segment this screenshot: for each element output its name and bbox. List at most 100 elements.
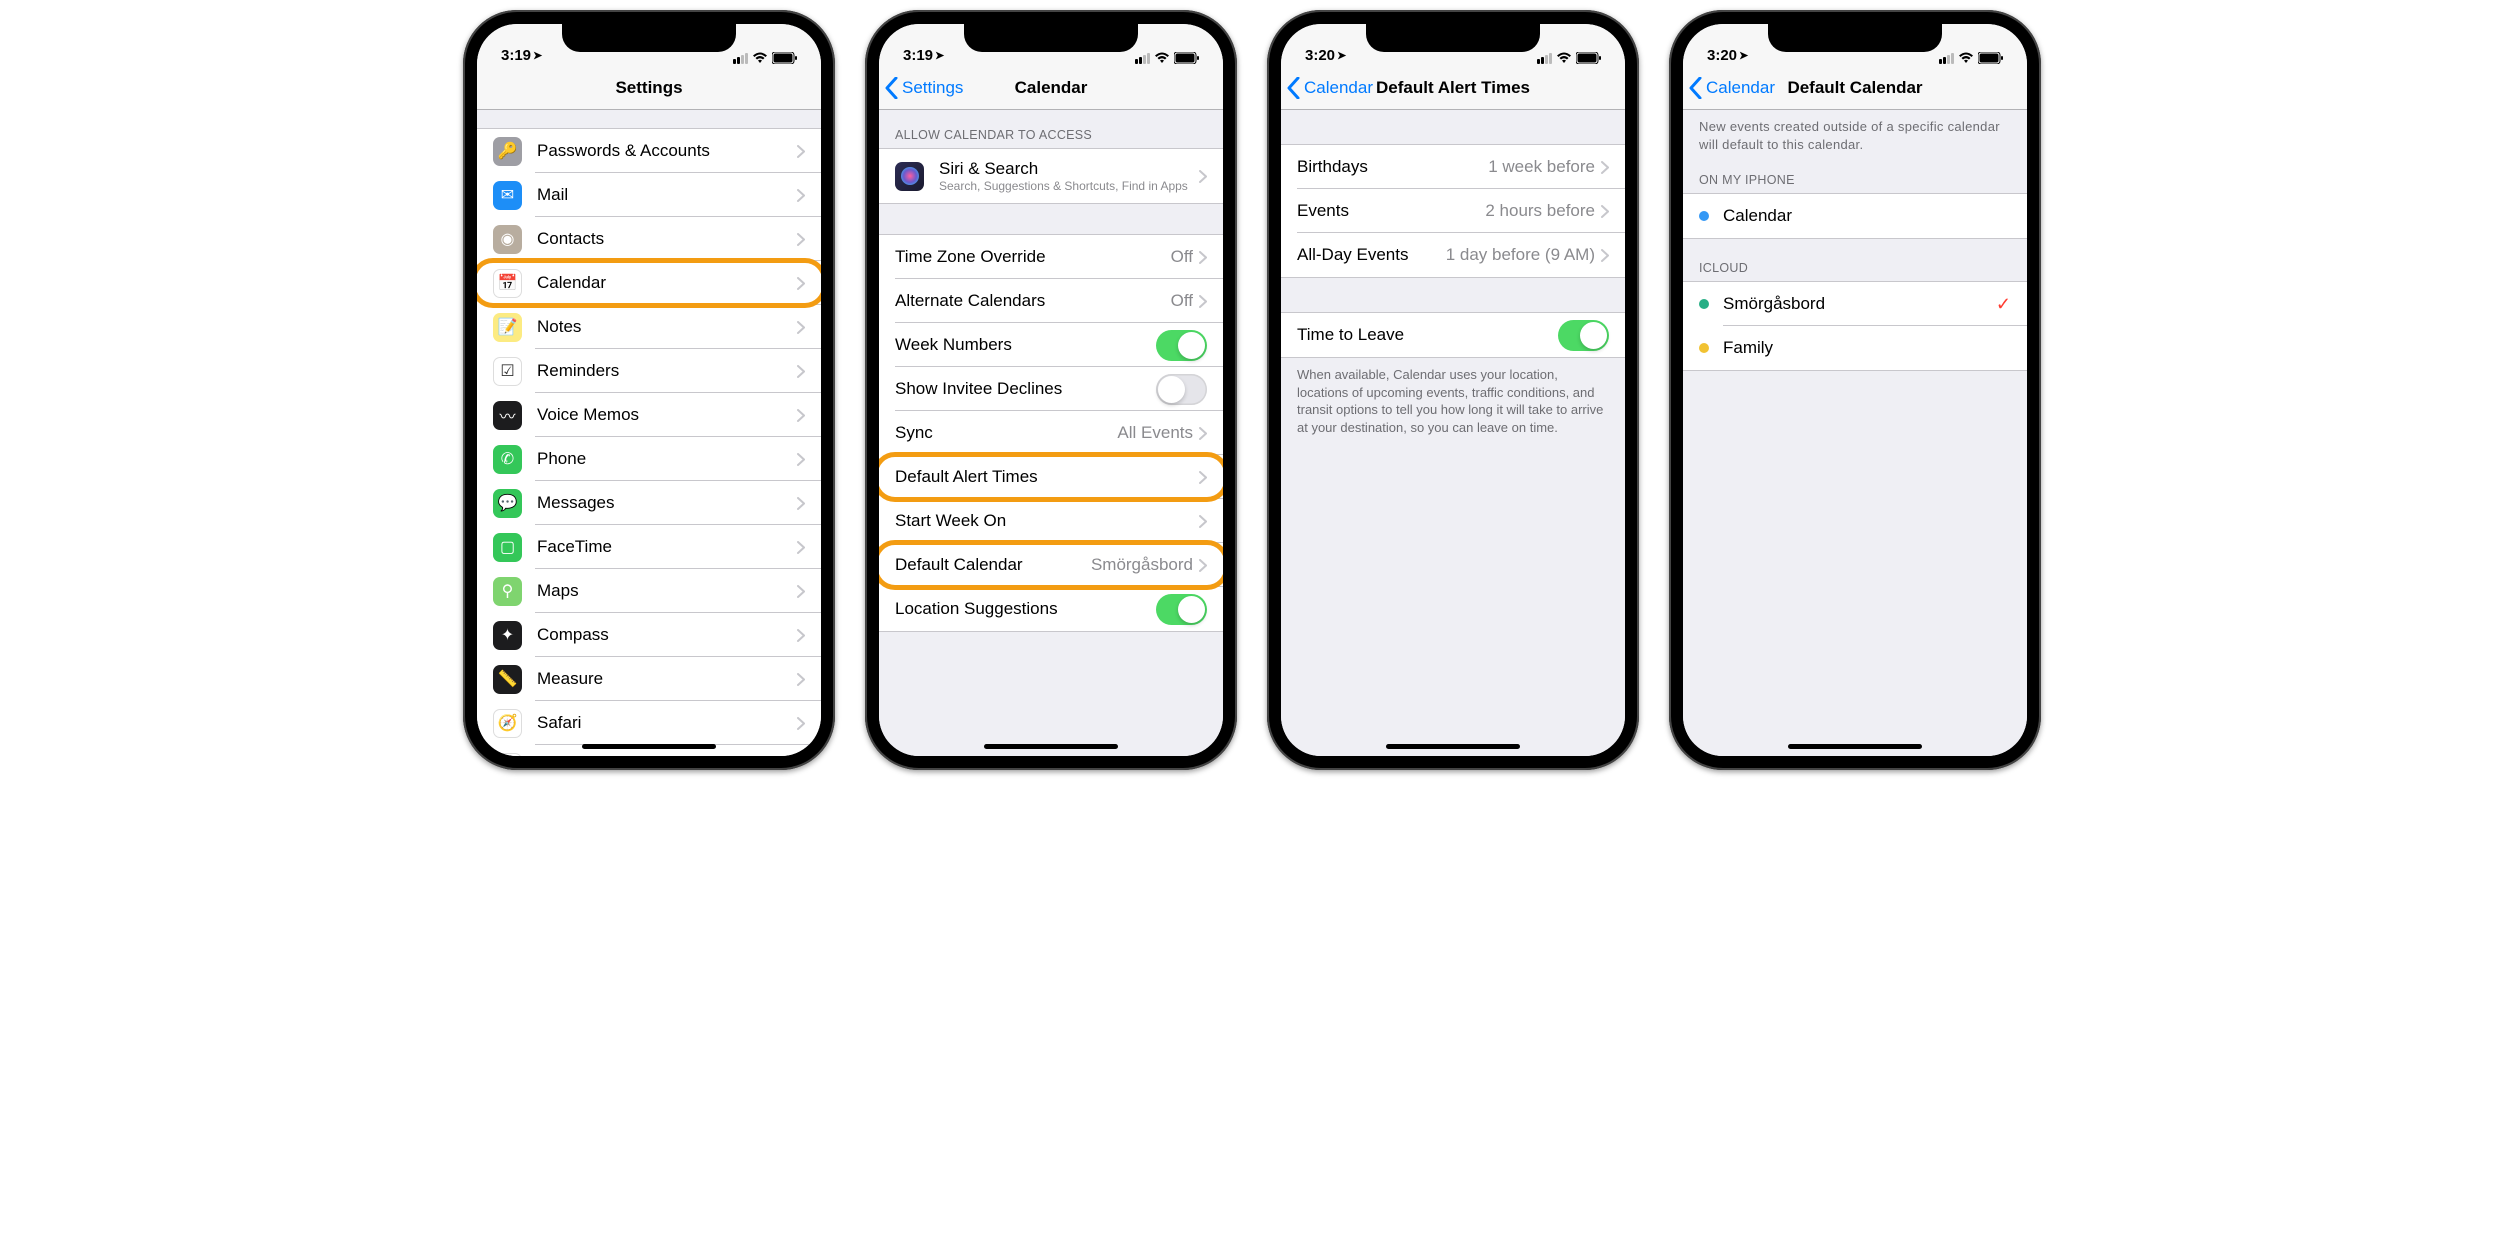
siri-label: Siri & Search: [939, 159, 1038, 178]
app-icon: ✦: [493, 621, 522, 650]
signal-icon: [1537, 53, 1552, 64]
toggle[interactable]: [1156, 374, 1207, 405]
back-label: Calendar: [1304, 78, 1373, 98]
row-label: Default Alert Times: [895, 467, 1199, 487]
back-button[interactable]: Calendar: [1689, 77, 1775, 99]
calendar-settings-list[interactable]: ALLOW CALENDAR TO ACCESS Siri & Search S…: [879, 110, 1223, 756]
calendar-row-week-numbers[interactable]: Week Numbers: [879, 323, 1223, 367]
calendar-row-alternate-calendars[interactable]: Alternate CalendarsOff: [879, 279, 1223, 323]
section-header: ICLOUD: [1683, 239, 2027, 281]
alert-row-all-day-events[interactable]: All-Day Events1 day before (9 AM): [1281, 233, 1625, 277]
row-label: Safari: [537, 713, 797, 733]
status-time: 3:20: [1707, 47, 1737, 64]
signal-icon: [1135, 53, 1150, 64]
app-icon: ◉: [493, 225, 522, 254]
row-label: Maps: [537, 581, 797, 601]
chevron-right-icon: [797, 717, 805, 730]
row-label: Events: [1297, 201, 1485, 221]
phone-frame-1: 3:19➤ Settings 🔑Passwords & Accounts✉︎Ma…: [463, 10, 835, 770]
calendar-option-calendar[interactable]: Calendar: [1683, 194, 2027, 238]
calendar-option-family[interactable]: Family: [1683, 326, 2027, 370]
calendar-row-show-invitee-declines[interactable]: Show Invitee Declines: [879, 367, 1223, 411]
chevron-right-icon: [1199, 515, 1207, 528]
back-button[interactable]: Calendar: [1287, 77, 1373, 99]
settings-row-calendar[interactable]: 📅Calendar: [477, 261, 821, 305]
settings-row-measure[interactable]: 📏Measure: [477, 657, 821, 701]
battery-icon: [1576, 52, 1601, 64]
time-to-leave-row[interactable]: Time to Leave: [1281, 313, 1625, 357]
wifi-icon: [1556, 52, 1572, 64]
calendar-row-default-alert-times[interactable]: Default Alert Times: [879, 455, 1223, 499]
nav-title: Default Alert Times: [1376, 78, 1530, 98]
siri-sub: Search, Suggestions & Shortcuts, Find in…: [939, 179, 1199, 193]
status-time: 3:20: [1305, 47, 1335, 64]
calendar-row-default-calendar[interactable]: Default CalendarSmörgåsbord: [879, 543, 1223, 587]
wifi-icon: [752, 52, 768, 64]
chevron-right-icon: [1601, 249, 1609, 262]
signal-icon: [1939, 53, 1954, 64]
row-value: Off: [1171, 291, 1193, 311]
row-value: All Events: [1117, 423, 1193, 443]
calendar-option-sm-rg-sbord[interactable]: Smörgåsbord✓: [1683, 282, 2027, 326]
settings-row-compass[interactable]: ✦ Compass: [477, 613, 821, 657]
app-icon: 📏: [493, 665, 522, 694]
home-indicator[interactable]: [1386, 744, 1520, 749]
row-label: Passwords & Accounts: [537, 141, 797, 161]
app-icon: ⚲: [493, 577, 522, 606]
row-label: Phone: [537, 449, 797, 469]
chevron-right-icon: [797, 233, 805, 246]
calendar-row-time-zone-override[interactable]: Time Zone OverrideOff: [879, 235, 1223, 279]
back-label: Calendar: [1706, 78, 1775, 98]
settings-row-maps[interactable]: ⚲ Maps: [477, 569, 821, 613]
alert-times-list[interactable]: Birthdays1 week beforeEvents2 hours befo…: [1281, 110, 1625, 756]
footer-text: When available, Calendar uses your locat…: [1281, 358, 1625, 444]
row-label: Sync: [895, 423, 1117, 443]
time-to-leave-toggle[interactable]: [1558, 320, 1609, 351]
row-label: Compass: [537, 625, 797, 645]
signal-icon: [733, 53, 748, 64]
settings-row-mail[interactable]: ✉︎Mail: [477, 173, 821, 217]
toggle[interactable]: [1156, 594, 1207, 625]
calendar-row-sync[interactable]: SyncAll Events: [879, 411, 1223, 455]
settings-row-phone[interactable]: ✆Phone: [477, 437, 821, 481]
row-label: Voice Memos: [537, 405, 797, 425]
back-button[interactable]: Settings: [885, 77, 963, 99]
settings-row-passwords-accounts[interactable]: 🔑Passwords & Accounts: [477, 129, 821, 173]
home-indicator[interactable]: [582, 744, 716, 749]
chevron-right-icon: [1199, 170, 1207, 183]
siri-search-row[interactable]: Siri & Search Search, Suggestions & Shor…: [879, 149, 1223, 203]
settings-row-reminders[interactable]: ☑︎Reminders: [477, 349, 821, 393]
default-calendar-list[interactable]: New events created outside of a specific…: [1683, 110, 2027, 756]
calendar-dot-icon: [1699, 299, 1709, 309]
settings-row-contacts[interactable]: ◉Contacts: [477, 217, 821, 261]
calendar-row-start-week-on[interactable]: Start Week On: [879, 499, 1223, 543]
chevron-right-icon: [1199, 471, 1207, 484]
alert-row-birthdays[interactable]: Birthdays1 week before: [1281, 145, 1625, 189]
battery-icon: [772, 52, 797, 64]
settings-row-voice-memos[interactable]: 〰︎Voice Memos: [477, 393, 821, 437]
settings-row-facetime[interactable]: ▢FaceTime: [477, 525, 821, 569]
calendar-row-location-suggestions[interactable]: Location Suggestions: [879, 587, 1223, 631]
phone-frame-2: 3:19➤ Settings Calendar ALLOW CALENDAR T…: [865, 10, 1237, 770]
phone-frame-4: 3:20➤ Calendar Default Calendar New even…: [1669, 10, 2041, 770]
settings-list[interactable]: 🔑Passwords & Accounts✉︎Mail◉Contacts📅Cal…: [477, 110, 821, 756]
chevron-right-icon: [797, 145, 805, 158]
section-header: ALLOW CALENDAR TO ACCESS: [879, 110, 1223, 148]
chevron-right-icon: [797, 673, 805, 686]
row-label: Birthdays: [1297, 157, 1488, 177]
row-value: 1 week before: [1488, 157, 1595, 177]
row-value: 1 day before (9 AM): [1446, 245, 1595, 265]
row-label: Location Suggestions: [895, 599, 1156, 619]
toggle[interactable]: [1156, 330, 1207, 361]
app-icon: ▢: [493, 533, 522, 562]
alert-row-events[interactable]: Events2 hours before: [1281, 189, 1625, 233]
chevron-right-icon: [1199, 251, 1207, 264]
chevron-right-icon: [797, 585, 805, 598]
chevron-right-icon: [1199, 427, 1207, 440]
settings-row-notes[interactable]: 📝Notes: [477, 305, 821, 349]
home-indicator[interactable]: [1788, 744, 1922, 749]
settings-row-safari[interactable]: 🧭 Safari: [477, 701, 821, 745]
app-icon: 🧭: [493, 709, 522, 738]
settings-row-messages[interactable]: 💬Messages: [477, 481, 821, 525]
home-indicator[interactable]: [984, 744, 1118, 749]
